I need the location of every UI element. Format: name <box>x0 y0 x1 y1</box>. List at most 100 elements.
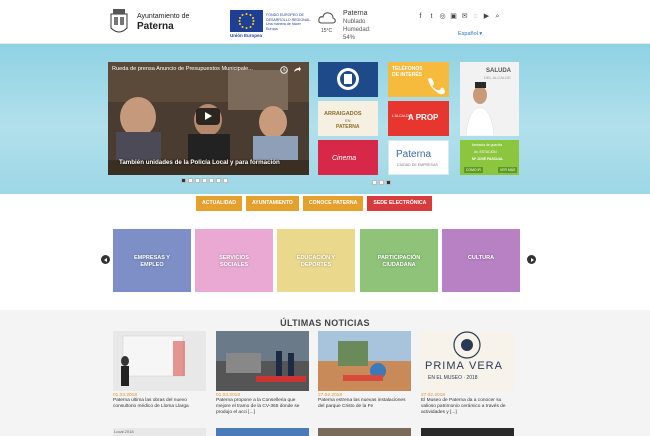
pager-dot[interactable] <box>372 180 377 185</box>
category-label: SERVICIOS SOCIALES <box>219 255 249 268</box>
slider-dot[interactable] <box>202 178 207 183</box>
news-card-next[interactable] <box>318 428 411 436</box>
news-image[interactable] <box>318 331 411 391</box>
museum-title-1: PRIMA <box>425 360 465 372</box>
cloud-icon <box>318 12 336 24</box>
category-participacion-ciudadana[interactable]: PARTICIPACIÓN CIUDADANA <box>360 229 438 292</box>
eu-fund-text: FONDO EUROPEO DE DESARROLLO REGIONAL. Un… <box>266 13 312 31</box>
facebook-icon[interactable]: f <box>417 13 424 20</box>
share-icon[interactable] <box>293 66 301 74</box>
tile-paterna-empresas[interactable]: Paterna CIUDAD DE EMPRESAS <box>388 140 449 175</box>
tile-arraigados[interactable]: ARRAIGADOS EN PATERNA <box>318 101 378 136</box>
news-next-label: Local 2018 <box>114 429 134 434</box>
news-card[interactable]: 01.03.2018 Paterna ultima las obras del … <box>113 331 206 410</box>
category-label: PARTICIPACIÓN CIUDADANA <box>377 255 421 268</box>
tile-farmacia-l2: Av. ESTACIÓN <box>474 150 497 154</box>
flickr-icon[interactable]: ▣ <box>450 13 457 20</box>
weather-city: Paterna <box>343 10 368 17</box>
pager-dot[interactable] <box>379 180 384 185</box>
category-label: EMPRESAS Y EMPLEO <box>134 255 170 268</box>
tile-alcalde-aprop[interactable]: L'ALCALDE A PROP <box>388 101 449 136</box>
city-crest-icon[interactable] <box>109 8 129 37</box>
tile-telefonos[interactable]: TELÉFONOS DE INTERÉS <box>388 62 449 97</box>
btn-conoce-paterna[interactable]: CONOCE PATERNA <box>302 196 364 211</box>
btn-ayuntamiento[interactable]: AYUNTAMIENTO <box>246 196 299 211</box>
btn-sede-electronica[interactable]: SEDE ELECTRÓNICA <box>367 196 433 211</box>
whatsapp-icon[interactable]: ◌ <box>472 13 479 20</box>
tile-farmacia[interactable]: farmacia de guardia Av. ESTACIÓN Mª JOSÉ… <box>460 140 519 175</box>
police-badge-icon <box>337 68 359 90</box>
slider-dot[interactable] <box>223 178 228 183</box>
tile-farmacia-l4[interactable]: COMO IR <box>464 167 483 173</box>
play-button[interactable] <box>196 108 220 125</box>
tile-cinema-label: Cinema <box>332 155 357 162</box>
tile-farmacia-l3: Mª JOSÉ PASCUAL <box>472 157 504 161</box>
news-card[interactable]: 27.02.2018 Paterna estrena las nuevas in… <box>318 331 411 410</box>
tile-paterna-sub: CIUDAD DE EMPRESAS <box>397 163 438 167</box>
logo-line2: Paterna <box>137 21 174 32</box>
slider-dot[interactable] <box>181 178 186 183</box>
search-icon[interactable]: ⌕ <box>494 13 501 20</box>
phone-icon <box>428 78 445 95</box>
weather-humidity-value: 54% <box>343 35 356 41</box>
news-text[interactable]: Paterna estrena las nuevas instalaciones… <box>318 398 411 410</box>
tile-cinema[interactable]: Cinema <box>318 140 378 175</box>
weather-humidity-label: Humedad: <box>343 27 371 33</box>
slider-dot[interactable] <box>209 178 214 183</box>
carousel-next-button[interactable] <box>527 255 536 264</box>
news-card[interactable]: 01.03.2018 Paterna propone a la Conselle… <box>216 331 309 416</box>
instagram-icon[interactable]: ◎ <box>439 13 446 20</box>
slide-caption: También unidades de la Policía Local y p… <box>119 159 280 166</box>
slider-dot[interactable] <box>216 178 221 183</box>
news-image[interactable]: PRIMA VERA EN EL MUSEO · 2018 <box>421 331 514 391</box>
category-label: EDUCACIÓN Y DEPORTES <box>296 255 336 268</box>
slider-dot[interactable] <box>188 178 193 183</box>
category-label: CULTURA <box>467 255 495 261</box>
category-empresas-empleo[interactable]: EMPRESAS Y EMPLEO <box>113 229 191 292</box>
news-card-next[interactable] <box>216 428 309 436</box>
tile-farmacia-l5[interactable]: VER MÁS <box>498 167 518 173</box>
email-icon[interactable]: ✉ <box>461 13 468 20</box>
watch-later-icon[interactable] <box>280 66 288 74</box>
tile-arraigados-l1: ARRAIGADOS <box>324 111 362 117</box>
eu-caption: Unión Europea <box>230 33 263 38</box>
tile-arraigados-l3: PATERNA <box>336 124 360 130</box>
tile-saluda-alcalde[interactable]: SALUDA DEL ALCALDE <box>460 62 519 136</box>
news-image[interactable] <box>216 331 309 391</box>
news-heading: ÚLTIMAS NOTICIAS <box>280 318 370 328</box>
tile-farmacia-l1: farmacia de guardia <box>472 143 502 147</box>
tile-paterna-brand: Paterna <box>396 149 432 160</box>
eu-flag-icon <box>230 10 263 32</box>
site-logo[interactable]: Ayuntamiento de Paterna <box>137 13 189 32</box>
carousel-prev-button[interactable] <box>101 255 110 264</box>
weather-condition: Nublado <box>343 19 366 25</box>
tile-aprop-l2: A PROP <box>408 113 439 122</box>
btn-actualidad[interactable]: ACTUALIDAD <box>196 196 243 211</box>
pager-dot[interactable] <box>386 180 391 185</box>
tiles-pager <box>372 180 391 185</box>
eu-funding-logo[interactable]: FONDO EUROPEO DE DESARROLLO REGIONAL. Un… <box>230 10 312 38</box>
slider-dot[interactable] <box>195 178 200 183</box>
category-cultura[interactable]: CULTURA <box>442 229 520 292</box>
youtube-icon[interactable]: ▶ <box>483 13 490 20</box>
logo-line1: Ayuntamiento de <box>137 13 190 20</box>
news-text[interactable]: El Museo de Paterna da a conocer su vali… <box>421 398 514 416</box>
mayor-photo <box>465 82 495 136</box>
news-card[interactable]: PRIMA VERA EN EL MUSEO · 2018 27.02.2018… <box>421 331 514 416</box>
twitter-icon[interactable]: t <box>428 13 435 20</box>
social-links: f t ◎ ▣ ✉ ◌ ▶ ⌕ <box>417 13 501 23</box>
news-card-next[interactable]: Local 2018 <box>113 428 206 436</box>
news-text[interactable]: Paterna ultima las obras del nuevo consu… <box>113 398 206 410</box>
category-educacion-deportes[interactable]: EDUCACIÓN Y DEPORTES <box>277 229 355 292</box>
weather-info: Paterna Nublado Humedad: 54% <box>343 10 383 42</box>
tile-police-crest[interactable] <box>318 62 378 97</box>
weather-temperature: 15°C <box>321 28 333 34</box>
news-image[interactable] <box>113 331 206 391</box>
video-title: Rueda de prensa Anuncio de Presupuestos … <box>112 66 253 72</box>
slider-dots <box>181 178 228 183</box>
news-text[interactable]: Paterna propone a la Conselleria que mej… <box>216 398 309 416</box>
news-card-next[interactable] <box>421 428 514 436</box>
language-selector[interactable]: Español ▾ <box>458 31 482 37</box>
museum-title-2: VERA <box>469 360 503 372</box>
category-servicios-sociales[interactable]: SERVICIOS SOCIALES <box>195 229 273 292</box>
